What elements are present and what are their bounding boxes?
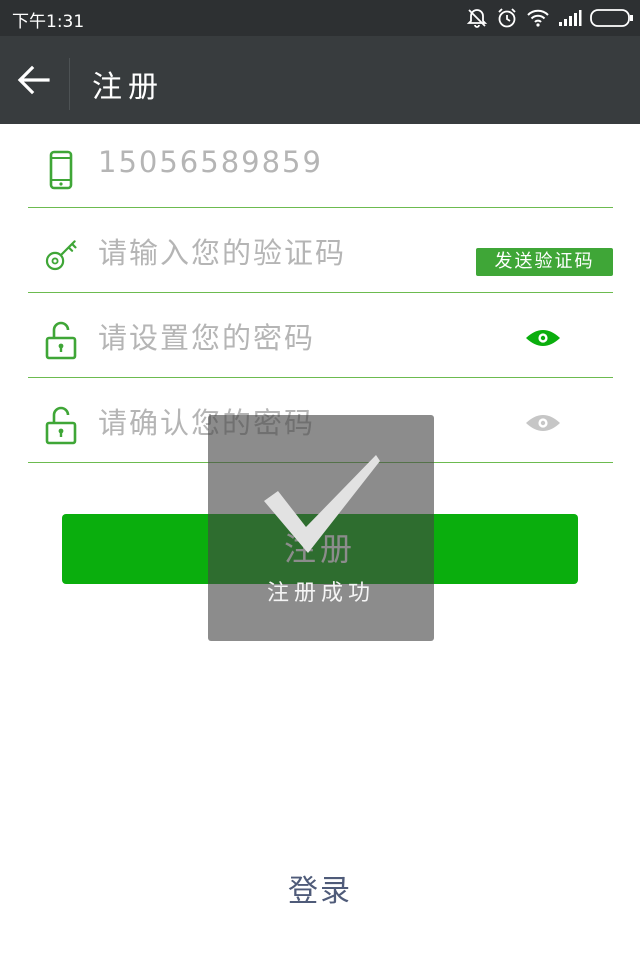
phone-input[interactable]: 15056589859 bbox=[98, 145, 323, 179]
app-bar-divider bbox=[69, 58, 70, 110]
phone-icon bbox=[44, 150, 78, 190]
code-row: 请输入您的验证码 发送验证码 bbox=[28, 208, 613, 293]
alarm-icon bbox=[498, 8, 516, 28]
password-input[interactable]: 请设置您的密码 bbox=[98, 315, 315, 357]
battery-icon bbox=[590, 9, 633, 27]
eye-icon bbox=[526, 330, 560, 346]
unlock-icon bbox=[44, 320, 78, 360]
password-row: 请设置您的密码 bbox=[28, 293, 613, 378]
back-button[interactable] bbox=[0, 36, 68, 124]
toast-message: 注册成功 bbox=[266, 581, 375, 606]
code-input[interactable]: 请输入您的验证码 bbox=[98, 230, 346, 272]
status-icons bbox=[466, 6, 634, 30]
checkmark-icon bbox=[264, 455, 380, 553]
mute-icon bbox=[466, 9, 488, 28]
success-toast: 注册成功 bbox=[208, 415, 434, 641]
eye-icon bbox=[526, 415, 560, 431]
wifi-icon bbox=[527, 9, 549, 27]
status-bar: 下午1:31 bbox=[0, 0, 640, 36]
send-code-button[interactable]: 发送验证码 bbox=[476, 248, 613, 276]
status-time: 下午1:31 bbox=[12, 12, 85, 32]
arrow-left-icon bbox=[17, 65, 50, 95]
signal-icon bbox=[559, 10, 582, 26]
unlock-icon bbox=[44, 405, 78, 445]
app-bar: 注册 bbox=[0, 36, 640, 124]
confirm-eye-toggle[interactable] bbox=[525, 405, 561, 441]
key-icon bbox=[44, 235, 78, 275]
phone-row: 15056589859 bbox=[28, 123, 613, 208]
login-link[interactable]: 登录 bbox=[0, 866, 640, 910]
page-title: 注册 bbox=[92, 70, 164, 105]
password-eye-toggle[interactable] bbox=[525, 320, 561, 356]
